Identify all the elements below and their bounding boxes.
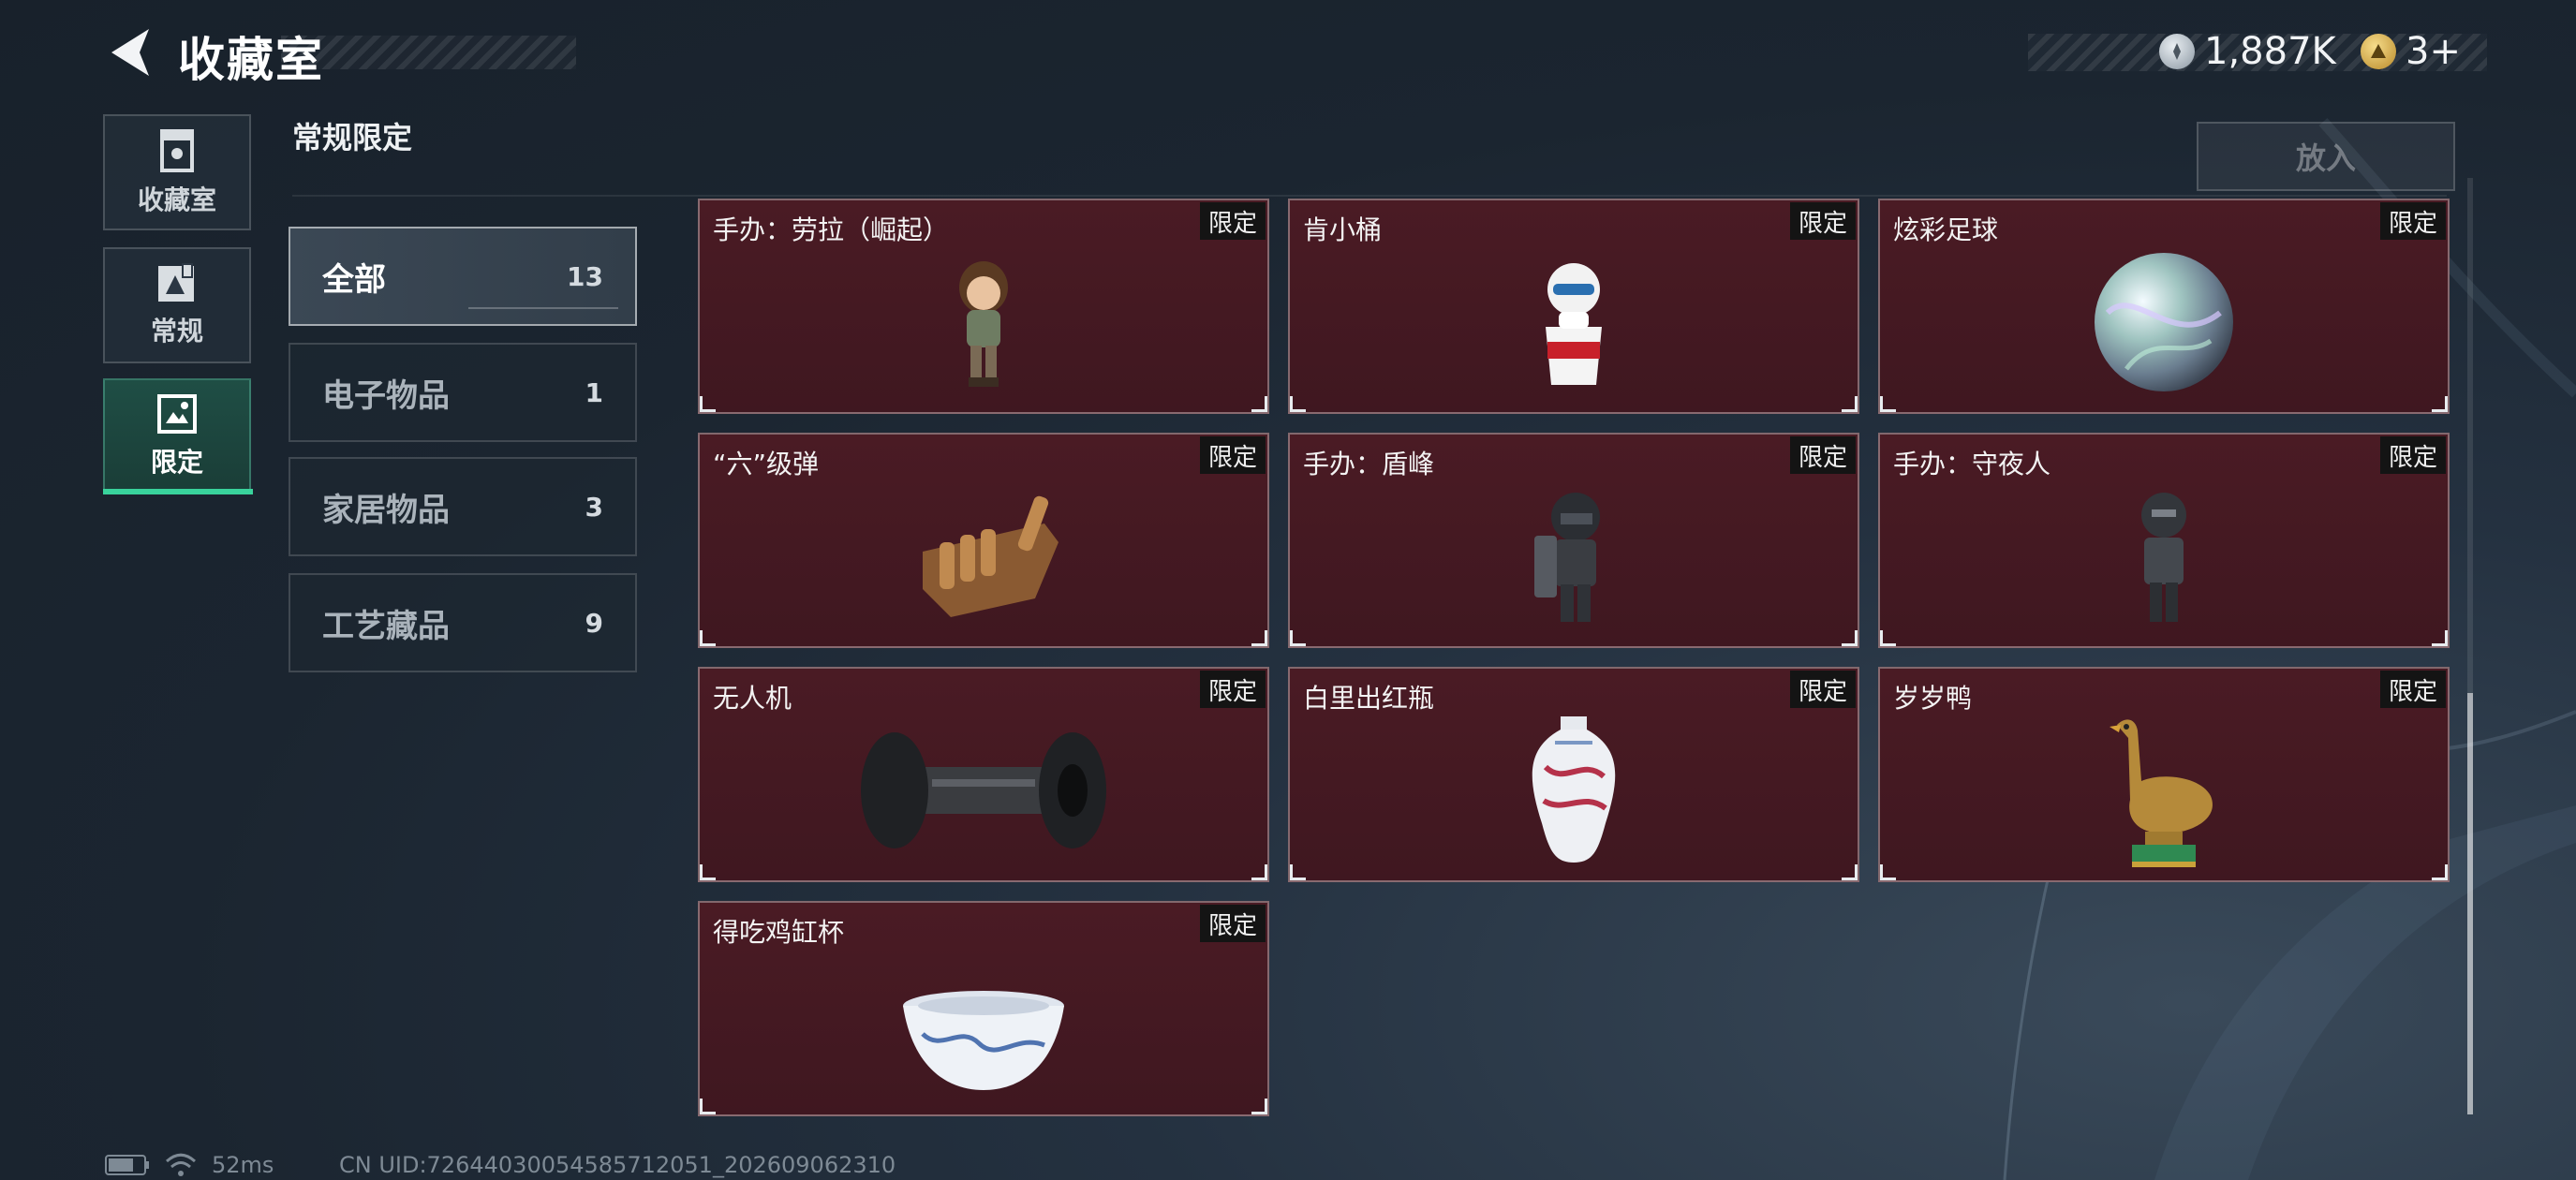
category-label: 工艺藏品: [322, 607, 450, 645]
currency-a-value: 1,887K: [2204, 30, 2336, 73]
silver-coin-icon: [2159, 34, 2195, 69]
limited-badge: 限定: [2380, 671, 2446, 708]
nav-active-indicator: [103, 489, 253, 494]
figure-nightwatch-icon: [2061, 472, 2267, 641]
battery-icon: [105, 1150, 150, 1180]
limited-badge: 限定: [1790, 671, 1856, 708]
wifi-icon: [165, 1150, 197, 1180]
ping-value: 52ms: [212, 1152, 274, 1178]
item-name: 岁岁鸭: [1893, 683, 1973, 714]
nav-regular[interactable]: 常规: [103, 247, 251, 363]
collection-room-icon: [160, 129, 194, 172]
kfc-bucket-figure-icon: [1471, 238, 1677, 406]
category-count: 3: [585, 491, 603, 523]
figure-lara-icon: [881, 238, 1087, 406]
item-name: 手办：守夜人: [1893, 449, 2051, 479]
currency-b[interactable]: 3+: [2361, 28, 2461, 75]
limited-badge: 限定: [1200, 436, 1266, 474]
category-count: 9: [585, 607, 603, 639]
limited-badge: 限定: [1790, 436, 1856, 474]
currency-a[interactable]: 1,887K: [2159, 28, 2336, 75]
gold-coin-icon: [2361, 34, 2396, 69]
put-in-button[interactable]: 放入: [2197, 122, 2455, 191]
item-card[interactable]: 白里出红瓶 限定: [1288, 667, 1859, 882]
limited-badge: 限定: [2380, 436, 2446, 474]
limited-badge: 限定: [2380, 202, 2446, 240]
scrollbar-thumb[interactable]: [2467, 693, 2473, 1114]
nav-label: 限定: [150, 447, 203, 478]
item-card[interactable]: 手办：盾峰 限定: [1288, 433, 1859, 648]
limited-badge: 限定: [1790, 202, 1856, 240]
nav-collection-room[interactable]: 收藏室: [103, 114, 251, 230]
nav-limited[interactable]: 限定: [103, 378, 251, 494]
category-household[interactable]: 家居物品 3: [289, 457, 637, 556]
currency-b-value: 3+: [2406, 30, 2461, 73]
regular-icon: [158, 263, 194, 302]
item-card[interactable]: 得吃鸡缸杯 限定: [698, 901, 1269, 1116]
category-crafts[interactable]: 工艺藏品 9: [289, 573, 637, 672]
item-name: 无人机: [713, 683, 792, 714]
title-decoration: [281, 36, 576, 69]
section-title: 常规限定: [292, 120, 413, 155]
back-button[interactable]: [98, 24, 164, 81]
item-name: 白里出红瓶: [1303, 683, 1435, 714]
back-arrow-icon: [111, 29, 149, 76]
category-label: 家居物品: [322, 491, 450, 529]
uid-text: CN UID:72644030054585712051_202609062310: [339, 1152, 896, 1178]
bullet-hand-icon: [881, 472, 1087, 641]
item-name: 炫彩足球: [1893, 214, 1999, 245]
item-card[interactable]: 手办：劳拉（崛起） 限定: [698, 199, 1269, 414]
item-name: 肯小桶: [1303, 214, 1383, 245]
item-name: 得吃鸡缸杯: [713, 917, 845, 948]
chicken-cup-icon: [881, 959, 1087, 1114]
category-all[interactable]: 全部 13: [289, 227, 637, 326]
item-name: 手办：盾峰: [1303, 449, 1435, 479]
category-electronics[interactable]: 电子物品 1: [289, 343, 637, 442]
limited-badge: 限定: [1200, 671, 1266, 708]
item-name: “六”级弹: [713, 449, 820, 479]
item-card[interactable]: 手办：守夜人 限定: [1878, 433, 2450, 648]
category-count: 13: [567, 260, 603, 292]
limited-badge: 限定: [1200, 905, 1266, 942]
item-card[interactable]: “六”级弹 限定: [698, 433, 1269, 648]
limited-icon: [157, 394, 197, 434]
nav-label: 常规: [150, 316, 203, 347]
category-label: 电子物品: [322, 376, 450, 415]
category-label: 全部: [322, 260, 386, 299]
nav-label: 收藏室: [137, 184, 216, 215]
drone-icon: [843, 706, 1124, 875]
page-title: 收藏室: [178, 33, 324, 87]
figure-shield-icon: [1471, 472, 1677, 641]
iridescent-ball-icon: [2061, 238, 2267, 406]
item-card[interactable]: 无人机 限定: [698, 667, 1269, 882]
item-card[interactable]: 岁岁鸭 限定: [1878, 667, 2450, 882]
duck-statue-icon: [2061, 706, 2267, 875]
item-card[interactable]: 炫彩足球 限定: [1878, 199, 2450, 414]
category-count: 1: [585, 376, 603, 408]
limited-badge: 限定: [1200, 202, 1266, 240]
porcelain-vase-icon: [1471, 706, 1677, 875]
item-card[interactable]: 肯小桶 限定: [1288, 199, 1859, 414]
section-divider: [292, 195, 2447, 197]
